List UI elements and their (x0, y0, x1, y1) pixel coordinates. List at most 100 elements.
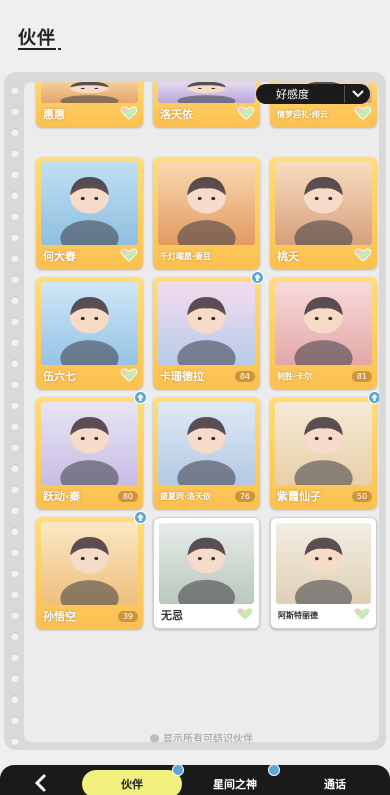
partner-name-bar: 何大春 (41, 247, 138, 265)
upgrade-arrow-icon (134, 511, 147, 524)
binder-ring (11, 569, 19, 577)
partner-name-bar: 无忌 (159, 606, 254, 624)
partner-name: 孙悟空 (43, 610, 76, 623)
heart-slot (353, 606, 371, 625)
partner-card[interactable]: 制胜·卡尔 81 (270, 277, 377, 389)
partner-name: 伍六七 (43, 370, 76, 383)
toggle-radio-icon[interactable] (150, 734, 159, 742)
binder-ring (11, 107, 19, 115)
binder-ring (11, 380, 19, 388)
partner-card[interactable]: 紫霞仙子 50 (270, 391, 379, 509)
partner-portrait (158, 162, 255, 245)
binder-ring (11, 128, 19, 136)
binder-ring (11, 170, 19, 178)
show-all-partners-label: 显示所有可结识伙伴 (163, 734, 253, 742)
partner-name-bar: 紫霞仙子 50 (275, 487, 372, 505)
character-portrait (41, 522, 138, 605)
tab-notification-badge (268, 764, 280, 776)
binder-ring (11, 233, 19, 241)
partner-card[interactable]: 孙悟空 39 (36, 511, 147, 629)
binder-ring (11, 737, 19, 745)
partner-name-bar: 洛天依 (158, 105, 255, 123)
partner-portrait (158, 402, 255, 485)
partner-name: 阿斯特丽德 (278, 610, 318, 620)
show-all-partners-toggle[interactable]: 显示所有可结识伙伴 (24, 730, 379, 742)
page-title: 伙伴 (18, 28, 56, 49)
heart-slot (120, 247, 138, 266)
tab-calls-label: 通话 (324, 778, 346, 791)
heart-slot (237, 105, 255, 124)
partner-name-bar: 桃夭 (275, 247, 372, 265)
binder-ring (11, 254, 19, 262)
affection-heart-icon (236, 606, 254, 621)
partner-name: 制胜·卡尔 (277, 371, 313, 381)
partner-card[interactable]: 无忌 (153, 517, 260, 629)
partner-card[interactable]: 何大春 (36, 157, 143, 269)
partner-card[interactable]: 阿斯特丽德 (270, 517, 377, 629)
binder-ring (11, 443, 19, 451)
affection-level-badge: 39 (117, 610, 138, 622)
heart-slot (354, 105, 372, 124)
character-portrait (41, 82, 138, 103)
partner-portrait (275, 162, 372, 245)
affection-heart-icon (354, 105, 372, 120)
partner-card[interactable]: 千灯曜愿·妻豆 (153, 157, 260, 269)
partner-list-area[interactable]: 惠惠 洛天依 情梦迎礼·绯云 何大春 千灯曜愿·妻豆 桃夭 伍六七 卡珊德拉 84 制胜·卡尔 81… (24, 82, 379, 742)
sort-dropdown-label: 好感度 (276, 88, 309, 101)
partner-name: 洛天依 (160, 108, 193, 121)
affection-heart-icon (353, 606, 371, 621)
character-portrait (275, 162, 372, 245)
heart-slot (354, 247, 372, 266)
tab-calls[interactable]: 通话 (290, 770, 380, 795)
partner-portrait (41, 402, 138, 485)
tab-star-gods[interactable]: 星间之神 (190, 764, 280, 795)
partner-name-bar: 阿斯特丽德 (276, 606, 371, 624)
partner-name: 盛夏同·洛天依 (160, 491, 212, 501)
partner-portrait (276, 523, 371, 604)
partner-card[interactable]: 跃动·秦 80 (36, 391, 147, 509)
title-underline (18, 48, 56, 50)
chevron-down-icon[interactable] (344, 85, 370, 103)
partner-name-bar: 制胜·卡尔 81 (275, 367, 372, 385)
binder-ring (11, 191, 19, 199)
affection-level-badge: 84 (234, 370, 255, 382)
heart-slot (236, 606, 254, 625)
partner-card[interactable]: 桃夭 (270, 157, 377, 269)
binder-ring (11, 590, 19, 598)
partner-portrait (158, 282, 255, 365)
binder-ring (11, 212, 19, 220)
binder-ring (11, 359, 19, 367)
partner-name: 千灯曜愿·妻豆 (160, 251, 212, 261)
partner-card[interactable]: 伍六七 (36, 277, 143, 389)
affection-heart-icon (354, 247, 372, 262)
partner-name-bar: 惠惠 (41, 105, 138, 123)
partner-name: 无忌 (161, 609, 183, 622)
chevron-left-icon (34, 774, 46, 792)
partner-card[interactable]: 洛天依 (153, 82, 260, 127)
partner-name-bar: 千灯曜愿·妻豆 (158, 247, 255, 265)
back-button[interactable] (10, 768, 70, 795)
binder-ring (11, 548, 19, 556)
binder-ring (11, 611, 19, 619)
tab-partners-label: 伙伴 (121, 778, 143, 791)
partner-card[interactable]: 惠惠 (36, 82, 143, 127)
partner-portrait (41, 282, 138, 365)
partner-name-bar: 跃动·秦 80 (41, 487, 138, 505)
sort-dropdown[interactable]: 好感度 (256, 84, 370, 104)
character-portrait (158, 402, 255, 485)
partner-name-bar: 卡珊德拉 84 (158, 367, 255, 385)
page-header: 伙伴 (0, 0, 390, 60)
partner-card[interactable]: 盛夏同·洛天依 76 (153, 397, 260, 509)
character-portrait (158, 282, 255, 365)
binder-ring (11, 464, 19, 472)
upgrade-arrow-icon (368, 391, 379, 404)
binder-ring (11, 653, 19, 661)
character-portrait (276, 523, 371, 604)
binder-ring (11, 338, 19, 346)
partner-name: 卡珊德拉 (160, 370, 204, 383)
tab-partners[interactable]: 伙伴 (82, 764, 184, 795)
affection-heart-icon (120, 247, 138, 262)
character-portrait (41, 402, 138, 485)
affection-level-badge: 76 (234, 490, 255, 502)
partner-card[interactable]: 卡珊德拉 84 (153, 271, 264, 389)
